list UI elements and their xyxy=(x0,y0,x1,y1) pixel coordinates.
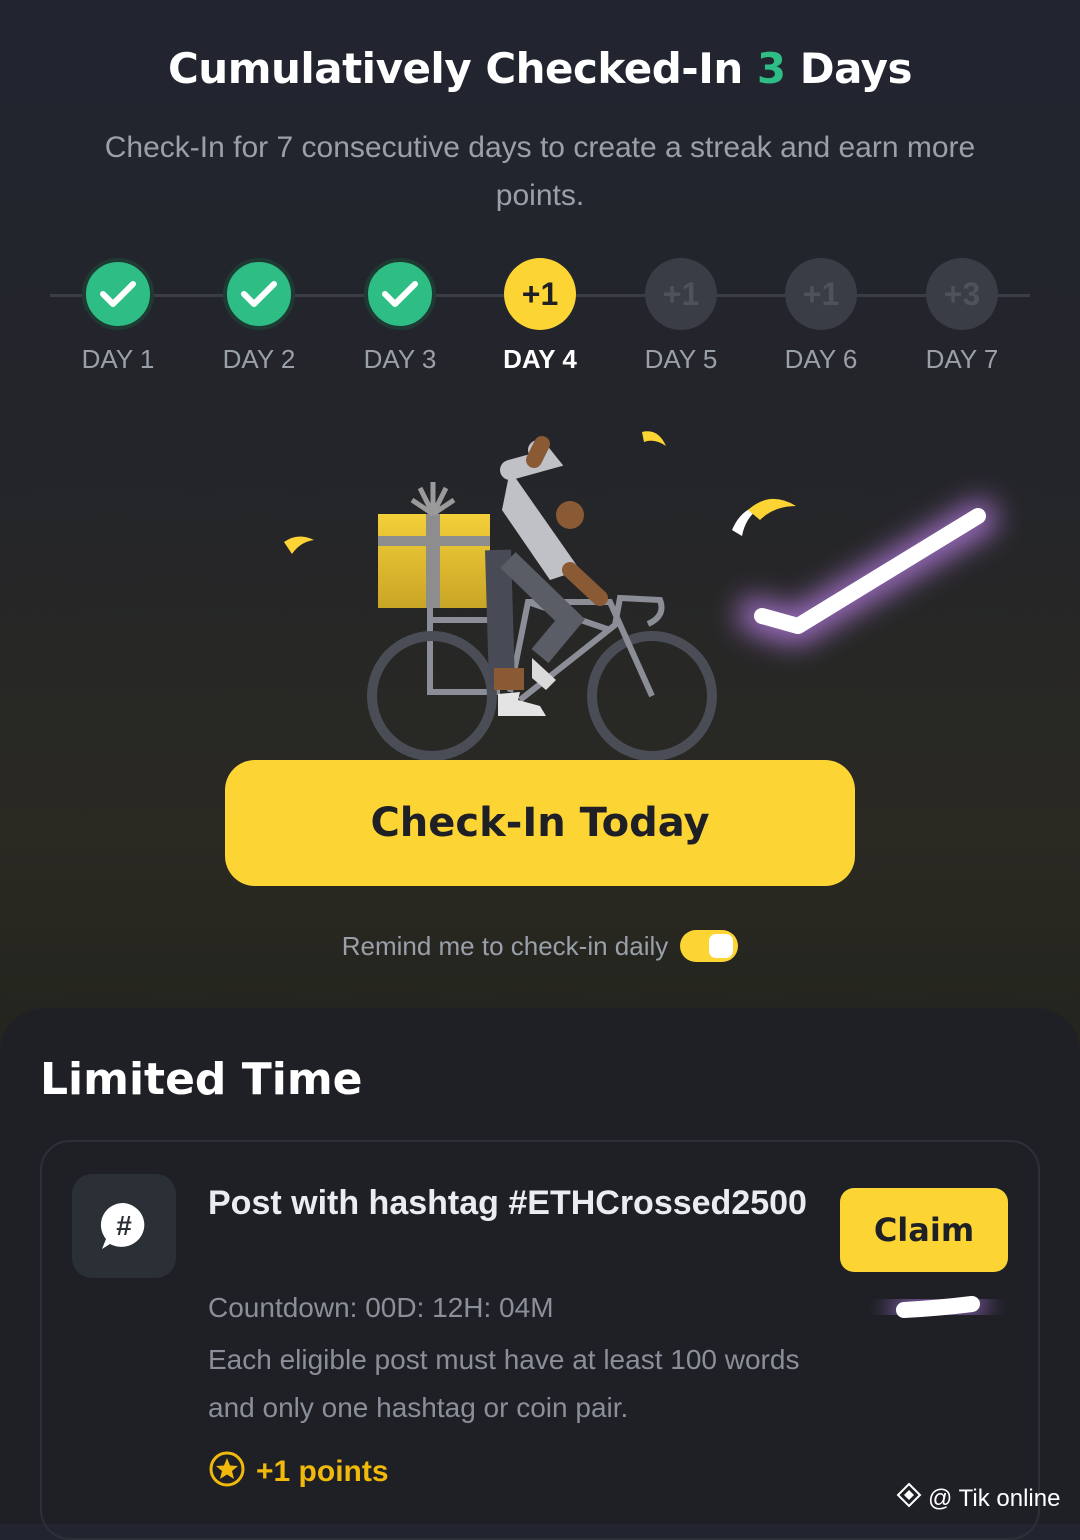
reminder-row: Remind me to check-in daily xyxy=(0,930,1080,962)
points-value: +1 points xyxy=(256,1454,389,1488)
watermark: @ Tik online xyxy=(896,1482,1060,1515)
reminder-label: Remind me to check-in daily xyxy=(341,930,669,961)
day-label: DAY 7 xyxy=(925,344,999,374)
streak-day-6: +1 DAY 6 xyxy=(751,258,891,375)
streak-day-4: +1 DAY 4 xyxy=(470,258,610,375)
streak-day-2: DAY 2 xyxy=(189,258,329,375)
check-icon xyxy=(223,258,295,330)
handdrawn-dash-annotation xyxy=(889,1289,987,1325)
streak-day-5: +1 DAY 5 xyxy=(611,258,751,375)
star-icon xyxy=(208,1450,246,1493)
task-countdown: Countdown: 00D: 12H: 04M xyxy=(208,1292,554,1323)
checked-in-count: 3 xyxy=(756,44,786,93)
claim-button[interactable]: Claim xyxy=(840,1188,1008,1272)
svg-text:#: # xyxy=(116,1210,132,1241)
check-icon xyxy=(364,258,436,330)
task-description: Each eligible post must have at least 10… xyxy=(208,1344,800,1423)
task-title: Post with hashtag #ETHCrossed2500 xyxy=(208,1184,807,1222)
day-label: DAY 1 xyxy=(81,344,155,374)
watermark-text: @ Tik online xyxy=(928,1484,1061,1512)
day-reward: +3 xyxy=(926,258,998,330)
check-in-today-button[interactable]: Check-In Today xyxy=(225,760,855,886)
toggle-knob xyxy=(709,934,734,958)
streak-day-3: DAY 3 xyxy=(330,258,470,375)
day-label: DAY 2 xyxy=(222,344,296,374)
cyclist-illustration xyxy=(284,431,997,761)
hashtag-chat-icon: # xyxy=(72,1174,176,1278)
day-reward: +1 xyxy=(785,258,857,330)
day-reward: +1 xyxy=(645,258,717,330)
diamond-logo-icon xyxy=(896,1482,922,1515)
day-label: DAY 5 xyxy=(644,344,718,374)
title-prefix: Cumulatively Checked-In xyxy=(167,44,757,93)
task-points: +1 points xyxy=(208,1450,389,1493)
streak-day-7: +3 DAY 7 xyxy=(892,258,1032,375)
limited-time-title: Limited Time xyxy=(40,1054,363,1105)
check-icon xyxy=(82,258,154,330)
streak-description: Check-In for 7 consecutive days to creat… xyxy=(104,131,976,212)
reminder-toggle[interactable] xyxy=(680,930,739,962)
streak-day-1: DAY 1 xyxy=(48,258,188,375)
title-suffix: Days xyxy=(785,44,913,93)
day-label: DAY 6 xyxy=(784,344,858,374)
day-reward: +1 xyxy=(504,258,576,330)
day-label: DAY 4 xyxy=(503,344,577,374)
page-title: Cumulatively Checked-In 3 Days xyxy=(0,44,1080,93)
day-label: DAY 3 xyxy=(363,344,437,374)
